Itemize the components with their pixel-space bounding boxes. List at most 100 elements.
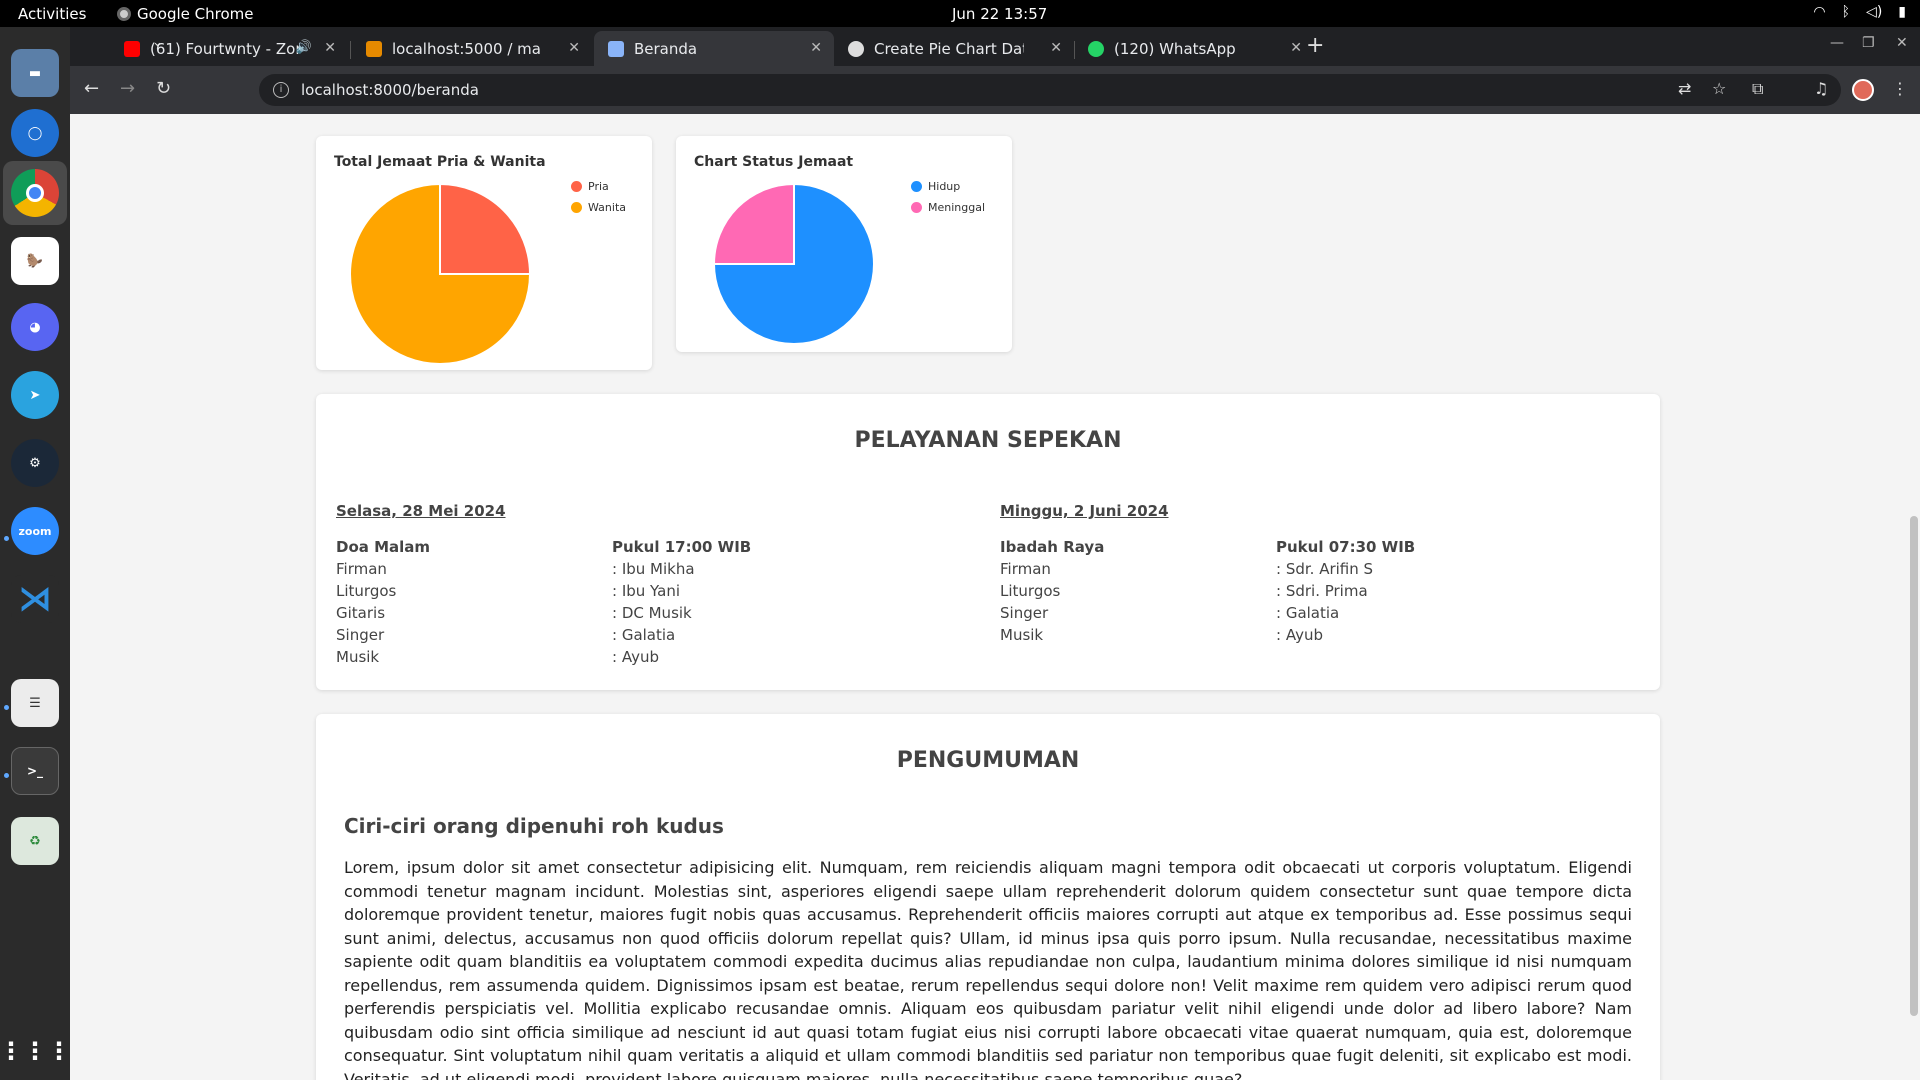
maximize-icon[interactable]: ❐ — [1862, 35, 1875, 51]
legend-item[interactable]: Hidup — [911, 180, 985, 193]
service-header-row: Doa Malam Pukul 17:00 WIB — [336, 538, 936, 560]
service-role: Singer — [1000, 604, 1049, 622]
legend-item[interactable]: Meninggal — [911, 201, 985, 214]
address-bar[interactable]: i localhost:8000/beranda — [259, 74, 1841, 106]
service-person: : Ibu Yani — [612, 582, 681, 600]
pie-slice-meninggal[interactable] — [714, 184, 795, 265]
service-time: Pukul 07:30 WIB — [1276, 538, 1416, 556]
legend-swatch — [571, 202, 582, 213]
tab-title: localhost:5000 / mariadb — [392, 39, 542, 58]
app-grid-icon[interactable]: ⋮⋮⋮ — [0, 1027, 71, 1075]
close-window-icon[interactable]: ✕ — [1896, 35, 1908, 51]
tab-strip: ⌄ (61) Fourtwnty - Zona 🔊 ✕ localhost:50… — [70, 27, 1920, 66]
chrome-app-icon — [117, 7, 131, 21]
discord-icon[interactable]: ◕ — [11, 303, 59, 351]
phpmyadmin-icon — [366, 40, 382, 57]
service-time: Pukul 17:00 WIB — [612, 538, 752, 556]
service-role: Liturgos — [1000, 582, 1061, 600]
chart-card-status: Chart Status Jemaat Hidup Meninggal — [676, 136, 1012, 352]
service-person: : Galatia — [612, 626, 676, 644]
tab-beranda[interactable]: Beranda ✕ — [594, 31, 834, 66]
pengumuman-card: PENGUMUMAN Ciri-ciri orang dipenuhi roh … — [316, 714, 1660, 1080]
pelayanan-card: PELAYANAN SEPEKAN Selasa, 28 Mei 2024 Do… — [316, 394, 1660, 690]
legend-label: Meninggal — [928, 201, 986, 214]
legend-label: Wanita — [588, 201, 626, 214]
pie-slice-pria[interactable] — [439, 184, 530, 275]
service-role: Firman — [336, 560, 387, 578]
legend-label: Pria — [588, 180, 609, 193]
menu-kebab-icon[interactable]: ⋮ — [1892, 79, 1908, 98]
profile-avatar[interactable] — [1852, 79, 1874, 101]
service-header-row: Ibadah Raya Pukul 07:30 WIB — [1000, 538, 1600, 560]
app-name: Google Chrome — [137, 5, 254, 23]
legend-item[interactable]: Pria — [571, 180, 626, 193]
tab-phpmyadmin[interactable]: localhost:5000 / mariadb ✕ — [352, 31, 592, 66]
announcement-body: Lorem, ipsum dolor sit amet consectetur … — [344, 858, 1632, 1080]
zoom-icon[interactable]: zoom — [11, 507, 59, 555]
service-row: Liturgos : Sdri. Prima — [1000, 582, 1600, 604]
legend-item[interactable]: Wanita — [571, 201, 626, 214]
new-tab-button[interactable]: + — [1306, 33, 1324, 58]
chart-legend: Hidup Meninggal — [911, 180, 985, 222]
wifi-icon: ◠ — [1813, 4, 1826, 20]
service-person: : Galatia — [1276, 604, 1340, 622]
system-tray[interactable]: ◠ ᛒ ◁) ▮ — [1813, 4, 1906, 20]
files-icon[interactable]: ▬ — [11, 49, 59, 97]
translate-icon[interactable]: ⇄ — [1678, 79, 1691, 98]
service-row: Singer : Galatia — [1000, 604, 1600, 626]
service-role: Gitaris — [336, 604, 386, 622]
tab-chatgpt[interactable]: Create Pie Chart Data ✕ — [834, 31, 1074, 66]
close-tab-icon[interactable]: ✕ — [1290, 40, 1302, 56]
back-icon[interactable]: ← — [84, 78, 99, 99]
close-tab-icon[interactable]: ✕ — [810, 40, 822, 56]
service-row: Musik: Ayub — [1000, 626, 1600, 648]
chromium-icon[interactable]: ◯ — [11, 109, 59, 157]
volume-icon: ◁) — [1866, 4, 1883, 20]
legend-swatch — [911, 202, 922, 213]
announcement-heading: Ciri-ciri orang dipenuhi roh kudus — [344, 814, 724, 838]
page-scrollbar[interactable] — [1908, 114, 1920, 1080]
service-date: Minggu, 2 Juni 2024 — [1000, 502, 1169, 520]
service-event: Ibadah Raya — [1000, 538, 1105, 556]
service-person: : Sdr. Arifin S — [1276, 560, 1374, 578]
running-indicator — [4, 705, 9, 710]
terminal-icon[interactable]: >_ — [11, 747, 59, 795]
chart-card-gender: Total Jemaat Pria & Wanita Pria Wanita — [316, 136, 652, 370]
document-viewer-icon[interactable]: ☰ — [11, 679, 59, 727]
minimize-icon[interactable]: — — [1830, 35, 1844, 51]
close-tab-icon[interactable]: ✕ — [568, 40, 580, 56]
audio-icon[interactable]: 🔊 — [296, 40, 312, 55]
app-menu[interactable]: Google Chrome — [117, 5, 254, 23]
tab-title: Create Pie Chart Data — [874, 39, 1024, 58]
tab-whatsapp[interactable]: (120) WhatsApp ✕ — [1074, 31, 1314, 66]
system-top-bar: Activities Google Chrome Jun 22 13:57 ◠ … — [0, 0, 1920, 27]
activities-button[interactable]: Activities — [18, 5, 86, 23]
close-tab-icon[interactable]: ✕ — [1050, 40, 1062, 56]
forward-icon[interactable]: → — [120, 78, 135, 99]
bookmark-star-icon[interactable]: ☆ — [1712, 79, 1726, 98]
trash-icon[interactable]: ♻ — [11, 817, 59, 865]
vscode-icon[interactable]: ⋊ — [11, 575, 59, 623]
chrome-icon[interactable] — [11, 169, 59, 217]
dbeaver-icon[interactable]: 🦫 — [11, 237, 59, 285]
tab-youtube[interactable]: (61) Fourtwnty - Zona 🔊 ✕ — [110, 31, 348, 66]
scrollbar-thumb[interactable] — [1910, 516, 1918, 1016]
extensions-icon[interactable]: ⧉ — [1752, 79, 1763, 99]
service-role: Firman — [1000, 560, 1051, 578]
service-person: : Ibu Mikha — [612, 560, 695, 578]
site-info-icon[interactable]: i — [273, 82, 289, 98]
pie-chart-gender — [350, 184, 530, 364]
media-controls-icon[interactable]: ♫ — [1814, 79, 1828, 98]
section-title: PENGUMUMAN — [896, 748, 1080, 773]
service-person: : Sdri. Prima — [1276, 582, 1368, 600]
telegram-icon[interactable]: ➤ — [11, 371, 59, 419]
dock: ▬ ◯ 🦫 ◕ ➤ ⚙ zoom ⋊ ☰ >_ ♻ ⋮⋮⋮ — [0, 27, 71, 1080]
clock[interactable]: Jun 22 13:57 — [952, 5, 1047, 23]
running-indicator — [4, 773, 9, 778]
close-tab-icon[interactable]: ✕ — [324, 40, 336, 56]
service-role: Musik — [336, 648, 380, 666]
steam-icon[interactable]: ⚙ — [11, 439, 59, 487]
tab-separator — [350, 41, 351, 59]
service-role: Singer — [336, 626, 385, 644]
reload-icon[interactable]: ↻ — [156, 78, 171, 99]
